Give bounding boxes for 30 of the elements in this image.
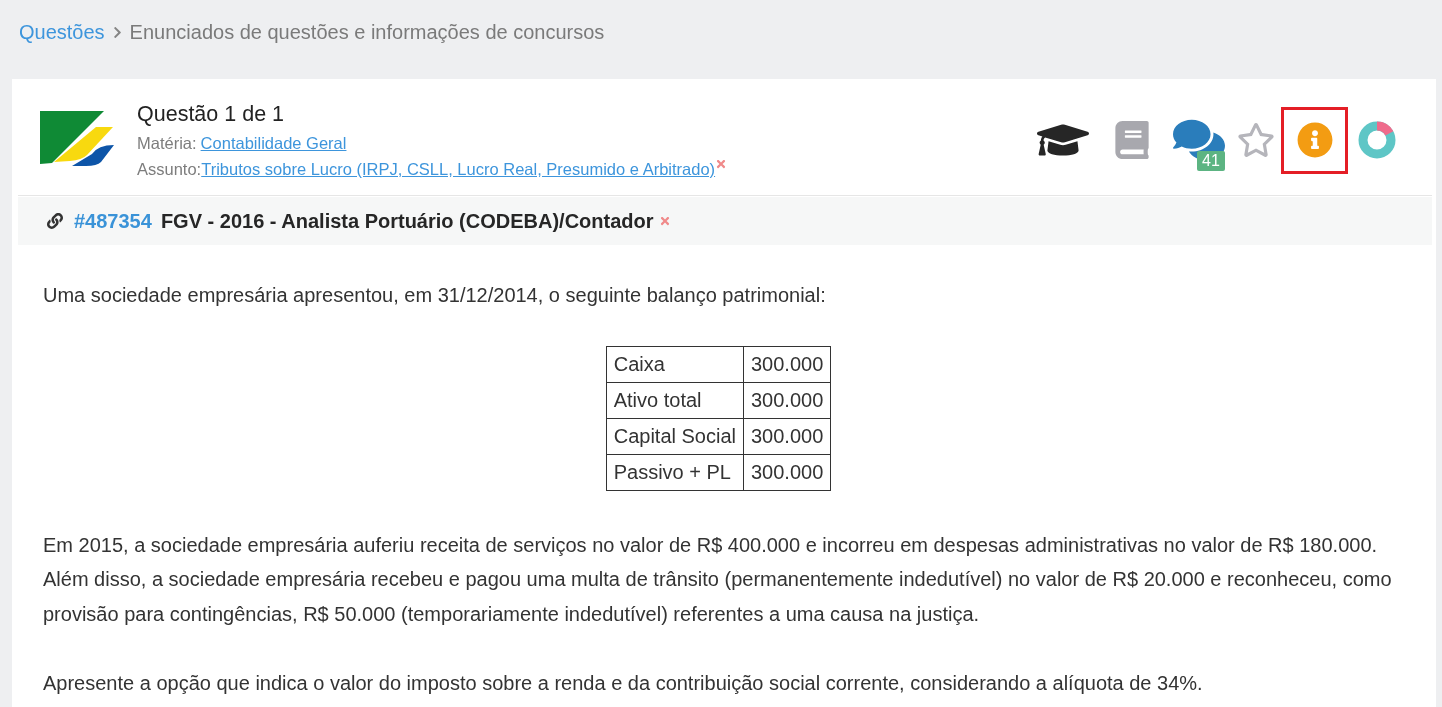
comments-button[interactable]: 41 [1169,106,1229,174]
book-icon [1113,121,1151,159]
table-cell: 300.000 [743,382,831,418]
subject-label: Matéria: [137,133,197,154]
question-title: Questão 1 de 1 [137,101,286,128]
statement-paragraph: Em 2015, a sociedade empresária auferiu receita de serviços no valor de R$ 400.000 e incorreu em despesas administrativas no valor de R$ 180.000. Além disso, a sociedade empresária recebeu e pagou uma multa de trânsito (permanentemente indedutível) no valor de R$ 20.000 e reconheceu, como provisão para contingências, R$ 50.000 (temporariamente indedutível) referentes a uma causa na justiça. [43,532,1393,627]
table-cell: 300.000 [743,418,831,454]
table-cell: Ativo total [606,382,744,418]
donut-chart-icon [1358,121,1396,159]
topic-link[interactable]: Tributos sobre Lucro (IRPJ, CSLL, Lucro Real, Presumido e Arbitrado) [201,156,716,182]
table-cell: 300.000 [743,346,831,382]
statement-paragraph: Apresente a opção que indica o valor do imposto sobre a renda e da contribuição social corrente, considerando a alíquota de 34%. [43,671,1204,696]
table-cell: Caixa [606,346,744,382]
breadcrumb-link[interactable]: Questões [19,18,105,46]
breadcrumb-current: Enunciados de questões e informações de concursos [129,20,605,45]
table-cell: Passivo + PL [606,454,744,490]
link-icon[interactable] [47,213,63,229]
remove-icon[interactable] [658,215,671,227]
statement-paragraph: Uma sociedade empresária apresentou, em 31/12/2014, o seguinte balanço patrimonial: [43,283,827,308]
comment-count-badge: 41 [1197,150,1225,171]
info-button[interactable] [1281,106,1348,174]
star-icon [1237,121,1275,159]
question-id-link[interactable]: #487354 [74,206,152,236]
info-icon [1296,122,1333,158]
table-cell: 300.000 [743,454,831,490]
remove-icon[interactable] [715,158,728,170]
topic-label: Assunto: [137,159,202,180]
exam-title: FGV - 2016 - Analista Portuário (CODEBA)/Contador [160,209,654,234]
table-cell: Capital Social [606,418,744,454]
subject-link[interactable]: Contabilidade Geral [200,130,347,156]
